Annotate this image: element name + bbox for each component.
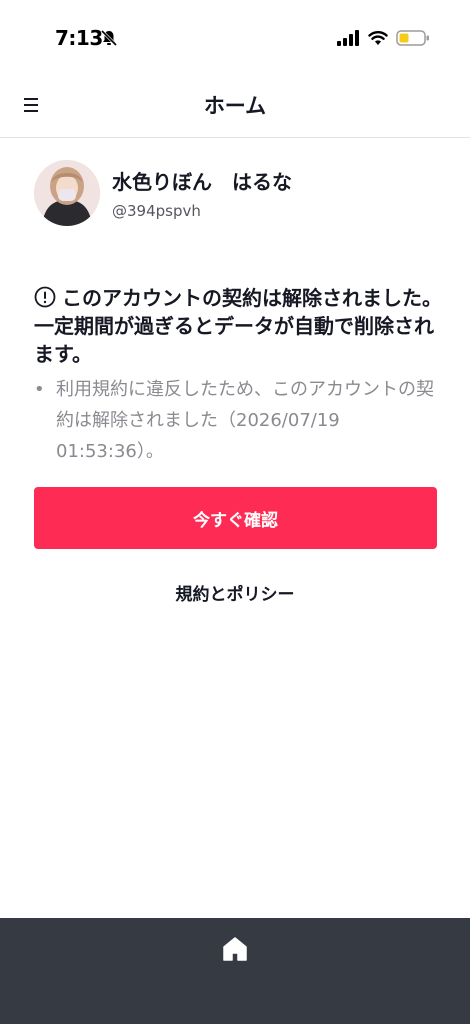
- home-icon[interactable]: [222, 936, 248, 962]
- exclamation-circle-icon: [34, 286, 56, 308]
- display-name: 水色りぼん はるな: [112, 170, 292, 194]
- confirm-now-button[interactable]: 今すぐ確認: [34, 487, 437, 549]
- username: @394pspvh: [112, 202, 201, 220]
- notice-title-text: このアカウントの契約は解除されました。一定期間が過ぎるとデータが自動で削除されま…: [34, 286, 442, 366]
- page-title: ホーム: [203, 94, 267, 118]
- notice-body: • 利用規約に違反したため、このアカウントの契約は解除されました（2026/07…: [34, 374, 434, 467]
- notice-text: 利用規約に違反したため、このアカウントの契約は解除されました（2026/07/1…: [56, 379, 434, 462]
- terms-and-policy-link[interactable]: 規約とポリシー: [0, 580, 470, 605]
- battery-icon: [396, 30, 429, 46]
- bottom-nav-bar: [0, 918, 470, 1024]
- avatar: [34, 160, 100, 226]
- wifi-icon: [368, 31, 388, 45]
- avatar-image: [34, 160, 100, 226]
- status-bar: 7:13: [0, 0, 470, 74]
- bell-slash-icon: [100, 29, 118, 47]
- bullet: •: [34, 379, 45, 400]
- status-time: 7:13: [55, 26, 103, 50]
- notice-title: このアカウントの契約は解除されました。一定期間が過ぎるとデータが自動で削除されま…: [34, 284, 444, 368]
- cellular-signal-icon: [337, 30, 359, 46]
- top-header: ホーム: [0, 74, 470, 138]
